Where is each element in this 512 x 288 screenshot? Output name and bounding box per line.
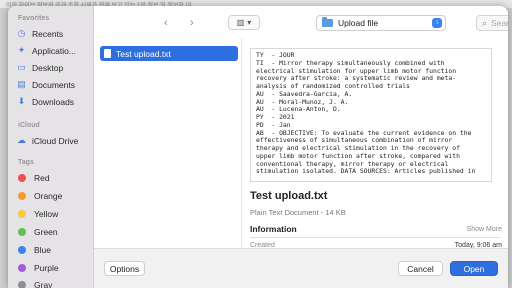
preview-file-name: Test upload.txt	[250, 190, 328, 202]
clock-icon: ◷	[17, 28, 26, 38]
cloud-icon: ☁	[17, 135, 26, 145]
preview-pane: TY - JOUR TI - Mirror therapy simultaneo…	[242, 38, 508, 249]
cancel-button[interactable]: Cancel	[398, 261, 443, 276]
gray-tag-dot-icon	[18, 280, 26, 288]
show-more-link[interactable]: Show More	[467, 226, 502, 233]
yellow-tag-dot-icon	[18, 209, 26, 218]
sidebar-item-desktop[interactable]: ▭ Desktop	[16, 60, 63, 75]
background-left-edge	[0, 8, 8, 288]
column-view-icon: ▥	[236, 18, 245, 27]
open-file-dialog: Favorites ◷ Recents ✦ Applicatio... ▭ Deskt…	[8, 6, 508, 288]
information-header: Information	[250, 224, 297, 234]
sidebar-item-downloads[interactable]: ⬇ Downloads	[16, 94, 74, 109]
sidebar-item-icloud-drive[interactable]: ☁ iCloud Drive	[16, 133, 78, 148]
sidebar-tag-orange[interactable]: Orange	[16, 188, 62, 203]
chevron-down-icon: ▾	[247, 18, 252, 27]
sidebar-item-recents[interactable]: ◷ Recents	[16, 26, 64, 41]
updown-chevron-icon: ↕	[432, 18, 442, 28]
location-popup[interactable]: Upload file ↕	[316, 15, 446, 31]
location-label: Upload file	[338, 18, 379, 28]
download-icon: ⬇	[17, 96, 26, 106]
tags-header: Tags	[18, 159, 34, 166]
file-content-preview: TY - JOUR TI - Mirror therapy simultaneo…	[250, 48, 492, 182]
sidebar-tag-green[interactable]: Green	[16, 224, 58, 239]
sidebar: Favorites ◷ Recents ✦ Applicatio... ▭ Deskt…	[8, 6, 94, 288]
chevron-left-icon[interactable]: ‹	[164, 17, 168, 29]
folder-icon	[322, 17, 333, 27]
sidebar-item-applications[interactable]: ✦ Applicatio...	[16, 43, 76, 58]
view-mode-button[interactable]: ▥ ▾	[228, 15, 260, 30]
blue-tag-dot-icon	[18, 245, 26, 254]
divider	[250, 237, 500, 238]
red-tag-dot-icon	[18, 173, 26, 182]
background-right-edge	[508, 8, 512, 288]
sidebar-tag-gray[interactable]: Gray	[16, 277, 52, 288]
favorites-header: Favorites	[18, 15, 50, 22]
text-file-icon	[104, 49, 111, 58]
file-list: Test upload.txt	[94, 38, 242, 248]
chevron-right-icon[interactable]: ›	[190, 17, 194, 29]
sidebar-tag-blue[interactable]: Blue	[16, 242, 51, 257]
search-placeholder: Search	[491, 18, 508, 28]
sidebar-tag-yellow[interactable]: Yellow	[16, 206, 58, 221]
file-name: Test upload.txt	[116, 48, 171, 59]
preview-file-kind: Plain Text Document - 14 KB	[250, 208, 346, 217]
sidebar-item-documents[interactable]: ▤ Documents	[16, 77, 75, 92]
apps-icon: ✦	[17, 45, 26, 55]
sidebar-tag-red[interactable]: Red	[16, 170, 50, 185]
orange-tag-dot-icon	[18, 191, 26, 200]
preview-text: TY - JOUR TI - Mirror therapy simultaneo…	[256, 51, 476, 176]
green-tag-dot-icon	[18, 227, 26, 236]
desktop-icon: ▭	[17, 62, 26, 72]
toolbar: ‹ › ▥ ▾ Upload file ↕ ⌕ Search	[94, 6, 508, 38]
file-row-test-upload[interactable]: Test upload.txt	[100, 46, 238, 61]
document-icon: ▤	[17, 79, 26, 89]
options-button[interactable]: Options	[104, 261, 145, 276]
search-field[interactable]: ⌕ Search	[476, 15, 508, 31]
open-button[interactable]: Open	[450, 261, 498, 276]
purple-tag-dot-icon	[18, 263, 26, 272]
search-icon: ⌕	[482, 17, 488, 28]
icloud-header: iCloud	[18, 122, 40, 129]
sidebar-tag-purple[interactable]: Purple	[16, 260, 59, 275]
bottom-bar: Options Cancel Open	[94, 248, 508, 288]
